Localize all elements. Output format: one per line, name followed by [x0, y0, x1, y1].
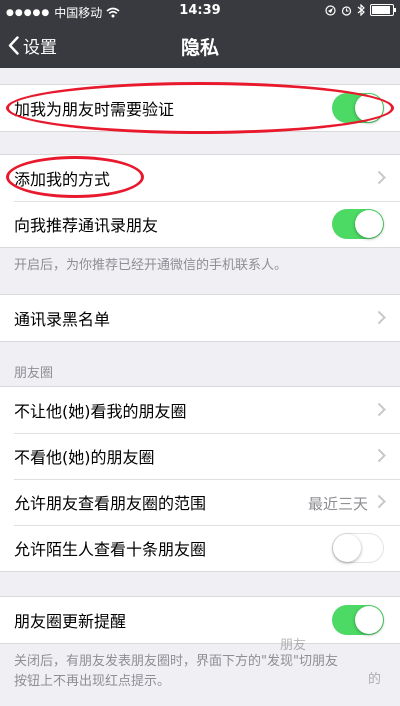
update-note-line2: 按钮上不再出现红点提示。 [14, 674, 171, 689]
blacklist-row[interactable]: 通讯录黑名单 [0, 295, 400, 341]
switch-knob [355, 210, 383, 238]
update-group: 朋友圈更新提醒 [0, 596, 400, 644]
chevron-right-icon [377, 402, 386, 417]
verify-group: 加我为朋友时需要验证 [0, 84, 400, 132]
blacklist-group: 通讯录黑名单 [0, 294, 400, 342]
bluetooth-icon [357, 4, 365, 16]
moments-range-row[interactable]: 允许朋友查看朋友圈的范围 最近三天 [0, 479, 400, 525]
chevron-right-icon [377, 448, 386, 463]
switch-knob [355, 94, 383, 122]
recommend-note: 开启后，为你推荐已经开通微信的手机联系人。 [14, 258, 288, 273]
moments-range-label: 允许朋友查看朋友圈的范围 [14, 494, 207, 513]
page-title: 隐私 [180, 37, 219, 59]
battery-icon [370, 4, 396, 16]
add-method-row[interactable]: 添加我的方式 [0, 155, 400, 201]
stranger-view-switch[interactable] [332, 533, 384, 563]
hide-my-moments-label: 不让他(她)看我的朋友圈 [14, 402, 187, 421]
update-reminder-row: 朋友圈更新提醒 [0, 597, 400, 643]
hide-their-moments-row[interactable]: 不看他(她)的朋友圈 [0, 433, 400, 479]
moments-range-value: 最近三天 [307, 495, 368, 513]
switch-knob [333, 534, 361, 562]
hide-their-moments-label: 不看他(她)的朋友圈 [14, 448, 155, 467]
status-right [325, 4, 396, 16]
switch-knob [355, 606, 383, 634]
update-note-line1: 关闭后，有朋友发表朋友圈时，界面下方的"发现"切朋友 [14, 654, 338, 669]
add-method-label: 添加我的方式 [14, 170, 111, 189]
stranger-view-label: 允许陌生人查看十条朋友圈 [14, 540, 207, 559]
add-group: 添加我的方式 向我推荐通讯录朋友 [0, 154, 400, 248]
recommend-contacts-label: 向我推荐通讯录朋友 [14, 216, 159, 235]
recommend-contacts-switch[interactable] [332, 209, 384, 239]
hide-my-moments-row[interactable]: 不让他(她)看我的朋友圈 [0, 387, 400, 433]
watermark-text-2: 的 [368, 672, 382, 687]
alarm-icon [341, 5, 352, 16]
chevron-right-icon [377, 494, 386, 509]
update-reminder-switch[interactable] [332, 605, 384, 635]
watermark-text: 朋友 [280, 638, 307, 653]
verify-label: 加我为朋友时需要验证 [14, 100, 175, 119]
recommend-contacts-row: 向我推荐通讯录朋友 [0, 201, 400, 247]
chevron-right-icon [377, 170, 386, 185]
status-bar: ●●●●● 中国移动 14:39 [0, 0, 400, 22]
moments-group: 不让他(她)看我的朋友圈 不看他(她)的朋友圈 允许朋友查看朋友圈的范围 最近三… [0, 386, 400, 572]
verify-row: 加我为朋友时需要验证 [0, 85, 400, 131]
stranger-view-row: 允许陌生人查看十条朋友圈 [0, 525, 400, 571]
location-icon [325, 4, 336, 16]
update-reminder-label: 朋友圈更新提醒 [14, 612, 127, 631]
verify-switch[interactable] [332, 93, 384, 123]
chevron-right-icon [377, 310, 386, 325]
blacklist-label: 通讯录黑名单 [14, 310, 111, 329]
update-note: 关闭后，有朋友发表朋友圈时，界面下方的"发现"切朋友 按钮上不再出现红点提示。 [14, 652, 390, 692]
nav-bar: 设置 隐私 [0, 22, 400, 68]
moments-section-header: 朋友圈 [14, 366, 54, 381]
